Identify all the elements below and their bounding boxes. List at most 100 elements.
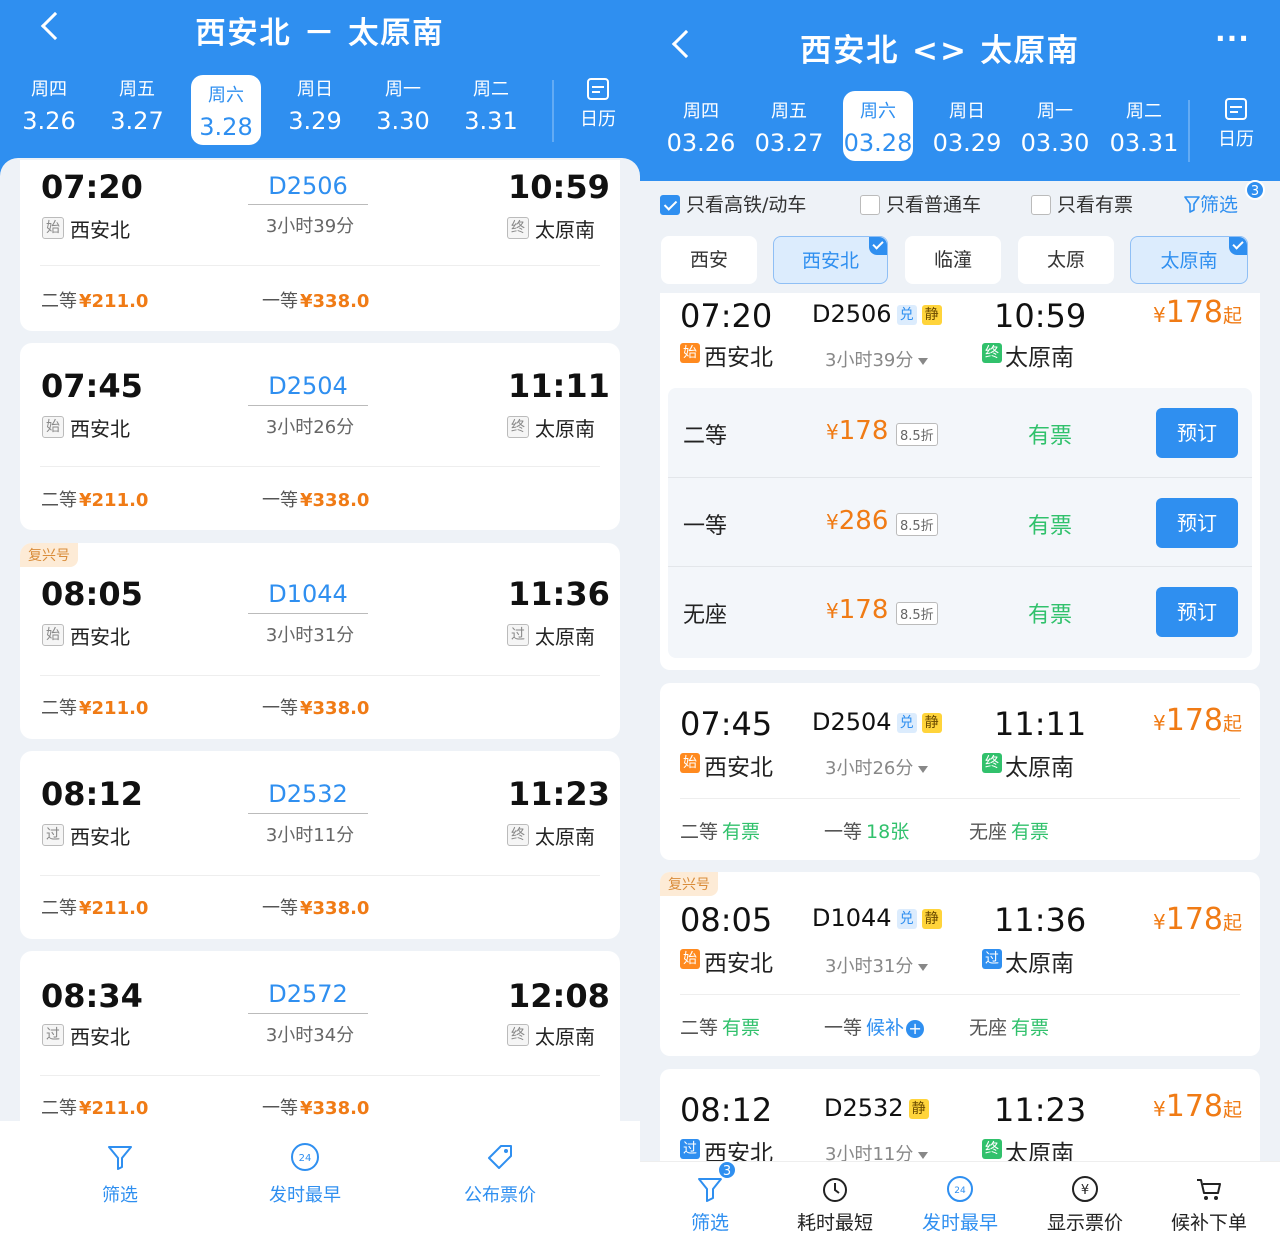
earliest-departure-button[interactable]: 24 发时最早	[225, 1141, 385, 1207]
seat-price: ¥286	[826, 506, 889, 536]
calendar-icon	[1225, 98, 1247, 120]
date-tab[interactable]: 周日 03.29	[932, 97, 1002, 161]
origin-tag: 始	[42, 624, 64, 646]
date-tab[interactable]: 周五 03.27	[754, 97, 824, 161]
checkbox-regular-train[interactable]: 只看普通车	[860, 190, 981, 217]
book-button[interactable]: 预订	[1156, 498, 1238, 548]
duration: 3小时39分	[265, 216, 355, 237]
destination-tag: 终	[982, 753, 1002, 773]
date-tab[interactable]: 周一 3.30	[368, 75, 438, 145]
lowest-price: ¥178起	[1153, 703, 1243, 738]
date-tab[interactable]: 周二 03.31	[1109, 97, 1179, 161]
date-tab[interactable]: 周五 3.27	[102, 75, 172, 145]
waitlist-order-button[interactable]: 候补下单	[1154, 1174, 1264, 1235]
date-weekday: 周日	[297, 79, 333, 100]
train-card[interactable]: 复兴号 08:05 D1044 3小时31分 11:36 始 西安北 过 太原南…	[20, 543, 620, 739]
departure-time: 07:45	[41, 367, 143, 405]
station-chip[interactable]: 临潼	[905, 236, 1001, 284]
station-chip-selected[interactable]: 太原南	[1130, 236, 1248, 284]
check-icon	[869, 237, 887, 255]
published-fare-button[interactable]: 公布票价	[420, 1141, 580, 1207]
date-tab-selected[interactable]: 周六 3.28	[191, 75, 261, 145]
route-line	[248, 1013, 368, 1014]
date-tab-selected[interactable]: 周六 03.28	[843, 91, 913, 161]
station-chip-selected[interactable]: 西安北	[773, 236, 888, 284]
checkbox-high-speed[interactable]: 只看高铁/动车	[660, 190, 806, 217]
arrival-time: 11:36	[994, 901, 1087, 939]
filter-button[interactable]: 筛选	[40, 1141, 200, 1207]
date-weekday: 周二	[1126, 101, 1162, 122]
cart-icon	[1197, 1179, 1221, 1200]
station-chip[interactable]: 西安	[661, 236, 757, 284]
train-card-expanded[interactable]: 07:20 D2506 兑静 3小时39分 10:59 始 西安北 终 太原南 ¥…	[660, 293, 1260, 670]
date-weekday: 周五	[771, 101, 807, 122]
calendar-button[interactable]: 日历	[1208, 98, 1264, 151]
second-class-price: 二等 ¥211.0	[41, 698, 149, 719]
origin-tag: 过	[680, 1139, 700, 1159]
departure-time: 08:12	[41, 775, 143, 813]
page-title: 西安北 － 太原南	[195, 16, 445, 51]
duration-toggle[interactable]: 3小时31分	[825, 952, 929, 978]
calendar-label: 日历	[580, 109, 616, 130]
destination-tag: 终	[507, 416, 529, 438]
show-fare-label: 显示票价	[1046, 1212, 1123, 1234]
earliest-departure-button[interactable]: 24 发时最早	[905, 1174, 1015, 1235]
arrival-time: 10:59	[508, 168, 610, 206]
seat-price: ¥178	[826, 416, 889, 446]
earliest-departure-label: 发时最早	[269, 1185, 341, 1206]
destination-station: 太原南	[535, 825, 595, 849]
filter-button[interactable]: 筛选	[655, 1174, 765, 1235]
right-bottom-bar: 筛选 3 耗时最短 24 发时最早 ¥ 显示票价 候补下单	[640, 1160, 1280, 1245]
duration: 3小时11分	[265, 825, 355, 846]
duration-toggle[interactable]: 3小时39分	[825, 346, 929, 372]
more-icon[interactable]: ···	[1215, 22, 1250, 55]
origin-tag: 过	[42, 1024, 64, 1046]
train-number: D2504	[268, 372, 348, 400]
first-class-waitlist[interactable]: 一等 候补 +	[824, 1013, 925, 1040]
date-value: 3.29	[288, 107, 342, 135]
first-class-price: 一等 ¥338.0	[262, 490, 370, 511]
divider	[1188, 100, 1190, 162]
filter-count-badge: 3	[717, 1160, 737, 1180]
train-card[interactable]: 07:45 D2504 3小时26分 11:11 始 西安北 终 太原南 二等 ¥…	[20, 343, 620, 530]
divider	[40, 265, 600, 266]
duration-toggle[interactable]: 3小时26分	[825, 754, 929, 780]
filter-link[interactable]: 筛选	[1184, 190, 1238, 217]
right-screen: 西安北 <> 太原南 ··· 周四 03.26 周五 03.27 周六 03.28 周…	[640, 0, 1280, 1245]
second-class-price: 二等 ¥211.0	[41, 898, 149, 919]
date-tab[interactable]: 周四 3.26	[14, 75, 84, 145]
date-tab[interactable]: 周日 3.29	[280, 75, 350, 145]
date-tab[interactable]: 周四 03.26	[666, 97, 736, 161]
train-card[interactable]: 07:20 D2506 3小时39分 10:59 始 西安北 终 太原南 二等 ¥…	[20, 160, 620, 331]
seat-class: 二等	[683, 424, 728, 449]
origin-station: 西安北	[704, 345, 773, 371]
book-button[interactable]: 预订	[1156, 408, 1238, 458]
seat-price: ¥178	[826, 595, 889, 625]
second-class-price: 二等 ¥211.0	[41, 1098, 149, 1119]
train-card[interactable]: 复兴号 08:05 D1044 兑静 3小时31分 11:36 始 西安北 过 太…	[660, 872, 1260, 1056]
date-tab[interactable]: 周一 03.30	[1020, 97, 1090, 161]
date-weekday: 周日	[949, 101, 985, 122]
divider	[40, 675, 600, 676]
shortest-duration-button[interactable]: 耗时最短	[780, 1174, 890, 1235]
show-fare-button[interactable]: ¥ 显示票价	[1030, 1174, 1140, 1235]
destination-station: 太原南	[535, 1025, 595, 1049]
left-bottom-bar: 筛选 24 发时最早 公布票价	[0, 1121, 640, 1245]
date-weekday: 周四	[683, 101, 719, 122]
date-weekday: 周四	[31, 79, 67, 100]
calendar-button[interactable]: 日历	[570, 78, 626, 131]
seat-row: 二等 ¥178 8.5折 有票 预订	[668, 388, 1252, 476]
right-header: 西安北 <> 太原南 ··· 周四 03.26 周五 03.27 周六 03.28 周…	[640, 0, 1280, 181]
train-card[interactable]: 07:45 D2504 兑静 3小时26分 11:11 始 西安北 终 太原南 ¥…	[660, 683, 1260, 860]
station-chip[interactable]: 太原	[1018, 236, 1114, 284]
train-card[interactable]: 08:12 D2532 3小时11分 11:23 过 西安北 终 太原南 二等 ¥…	[20, 751, 620, 939]
train-number: D1044	[268, 580, 348, 608]
checkbox-available-only[interactable]: 只看有票	[1031, 190, 1133, 217]
quiet-car-tag: 静	[921, 305, 942, 325]
destination-station: 太原南	[535, 218, 595, 242]
earliest-departure-label: 发时最早	[921, 1212, 998, 1234]
filter-icon	[1184, 196, 1200, 213]
arrival-time: 12:08	[508, 977, 610, 1015]
book-button[interactable]: 预订	[1156, 587, 1238, 637]
date-tab[interactable]: 周二 3.31	[456, 75, 526, 145]
